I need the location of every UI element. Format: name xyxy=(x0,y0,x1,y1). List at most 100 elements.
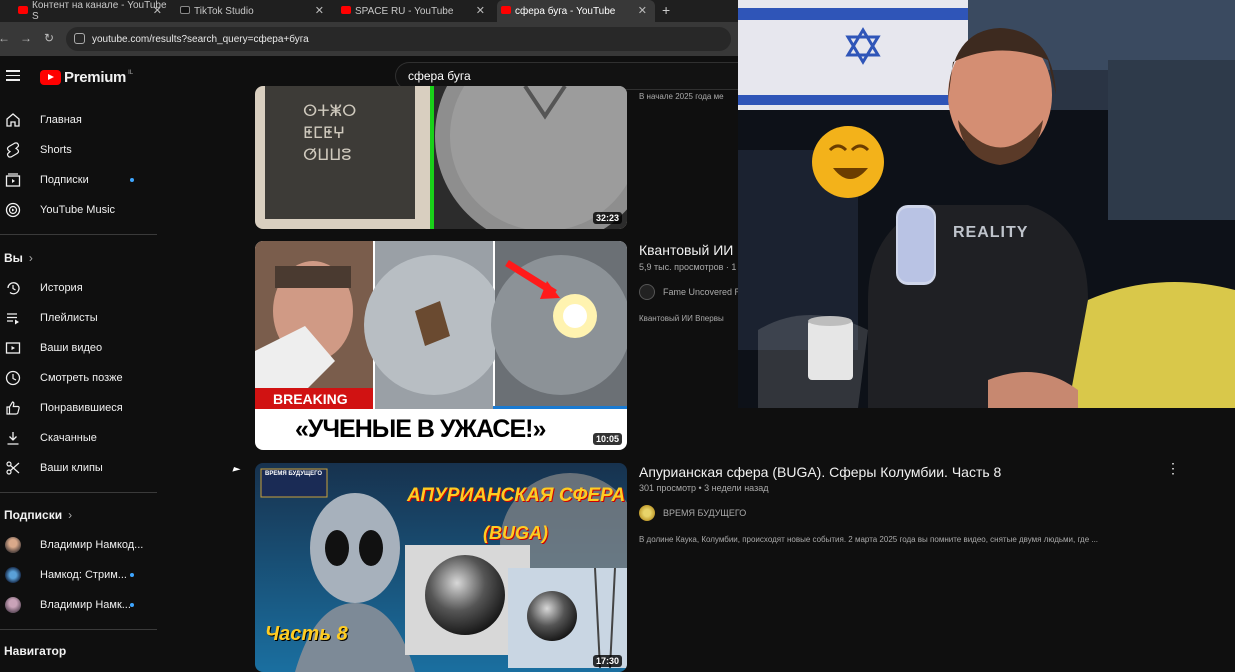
home-icon xyxy=(6,113,20,127)
youtube-icon xyxy=(18,6,28,14)
reload-icon[interactable]: ↻ xyxy=(44,31,54,45)
close-icon[interactable]: ✕ xyxy=(476,4,485,17)
sidebar-item-subscriptions[interactable]: Подписки xyxy=(0,166,160,194)
video-channel[interactable]: Fame Uncovered R xyxy=(639,284,741,300)
avatar xyxy=(5,537,21,553)
download-icon xyxy=(7,432,19,445)
subscriptions-icon xyxy=(5,173,21,187)
playlists-icon xyxy=(7,313,19,325)
sidebar-item-clips[interactable]: Ваши клипы xyxy=(0,454,160,482)
sidebar-section-subscriptions[interactable]: Подписки › xyxy=(4,508,72,522)
your-videos-icon xyxy=(5,342,21,354)
section-title: Подписки xyxy=(4,508,63,522)
logo-text: Premium xyxy=(64,69,127,86)
video-description: Квантовый ИИ Впервы xyxy=(639,314,724,323)
forward-arrow-icon[interactable]: → xyxy=(20,31,32,45)
channel-avatar xyxy=(639,284,655,300)
chevron-right-icon: › xyxy=(68,508,73,522)
tab-space-ru[interactable]: SPACE RU - YouTube ✕ xyxy=(337,0,493,22)
menu-icon[interactable] xyxy=(6,70,20,84)
sidebar-item-history[interactable]: История xyxy=(0,274,160,302)
history-icon xyxy=(7,282,20,295)
sidebar-item-label: Скачанные xyxy=(40,432,97,444)
sidebar-item-label: Подписки xyxy=(40,174,89,186)
svg-text:ⵚⵡⵡⵓ: ⵚⵡⵡⵓ xyxy=(303,145,351,164)
sidebar-item-label: Владимир Намкод... xyxy=(40,539,144,551)
watch-later-icon xyxy=(5,370,21,386)
thumbnail-image: ⵙⵜⵥⵔ ⵟⵎⵟⵖ ⵚⵡⵡⵓ xyxy=(255,86,627,229)
channel-name: ВРЕМЯ БУДУЩЕГО xyxy=(663,508,747,518)
section-title: Навигатор xyxy=(4,644,67,658)
new-content-dot xyxy=(130,178,134,182)
channel-avatar xyxy=(639,505,655,521)
thumbnail-heading: АПУРИАНСКАЯ СФЕРА xyxy=(407,485,626,506)
tab-label: сфера буга - YouTube xyxy=(515,5,616,17)
sidebar-item-label: Ваши видео xyxy=(40,342,103,354)
thumbs-up-icon xyxy=(6,401,20,415)
sidebar-divider xyxy=(0,629,157,630)
youtube-play-icon xyxy=(40,70,61,85)
sidebar-section-you[interactable]: Вы › xyxy=(4,251,33,265)
tab-label: Контент на канале - YouTube S xyxy=(32,0,167,22)
site-settings-icon[interactable] xyxy=(74,33,85,44)
video-thumbnail[interactable]: BREAKING «УЧЕНЫЕ В УЖАСЕ!» 10:05 xyxy=(255,241,627,450)
sidebar-item-label: Плейлисты xyxy=(40,312,98,324)
sidebar-item-shorts[interactable]: Shorts xyxy=(0,136,160,164)
video-thumbnail[interactable]: ВРЕМЯ БУДУЩЕГО АПУРИАНСКАЯ СФЕРА (BUGA) … xyxy=(255,463,627,672)
new-content-dot xyxy=(130,573,134,577)
close-icon[interactable]: ✕ xyxy=(315,4,324,17)
thumbnail-caption: «УЧЕНЫЕ В УЖАСЕ!» xyxy=(295,415,546,443)
sidebar-item-youtube-music[interactable]: YouTube Music xyxy=(0,196,160,224)
new-tab-icon[interactable]: + xyxy=(662,2,670,18)
sidebar-item-playlists[interactable]: Плейлисты xyxy=(0,304,160,332)
more-actions-icon[interactable]: ⋮ xyxy=(1166,460,1180,477)
tab-tiktok-studio[interactable]: TikTok Studio ✕ xyxy=(176,0,332,22)
webcam-overlay: REALITY xyxy=(738,0,1235,408)
channel-name: Fame Uncovered R xyxy=(663,287,742,297)
sidebar-sub-channel[interactable]: Владимир Намк... xyxy=(0,591,160,619)
avatar xyxy=(5,597,21,613)
sidebar-item-watch-later[interactable]: Смотреть позже xyxy=(0,364,160,392)
sidebar-sub-channel[interactable]: Владимир Намкод... xyxy=(0,531,160,559)
sidebar-item-home[interactable]: Главная xyxy=(0,106,160,134)
sidebar-sub-channel[interactable]: Намкод: Стрим... xyxy=(0,561,160,589)
tab-sfera-buga[interactable]: сфера буга - YouTube ✕ xyxy=(497,0,655,22)
youtube-music-icon xyxy=(5,202,21,218)
sidebar-item-label: Смотреть позже xyxy=(40,372,123,384)
video-title[interactable]: Апурианская сфера (BUGA). Сферы Колумбии… xyxy=(639,464,1001,480)
url-field[interactable]: youtube.com/results?search_query=сфера+б… xyxy=(66,27,731,51)
sidebar-item-label: Владимир Намк... xyxy=(40,599,131,611)
video-title[interactable]: Квантовый ИИ I xyxy=(639,242,741,258)
close-icon[interactable]: ✕ xyxy=(638,4,647,17)
scissors-icon xyxy=(6,461,20,475)
back-arrow-icon[interactable]: ← xyxy=(0,31,10,45)
sidebar-item-downloads[interactable]: Скачанные xyxy=(0,424,160,452)
youtube-logo[interactable]: Premium IL xyxy=(40,69,133,86)
search-value: сфера буга xyxy=(408,69,471,83)
webcam-image xyxy=(738,0,1235,408)
sidebar-divider xyxy=(0,234,157,235)
sidebar-divider xyxy=(0,492,157,493)
logo-region: IL xyxy=(128,69,134,76)
close-icon[interactable]: ✕ xyxy=(153,4,162,17)
video-duration: 32:23 xyxy=(592,212,622,224)
svg-text:ⵙⵜⵥⵔ: ⵙⵜⵥⵔ xyxy=(303,101,356,120)
sidebar-item-label: Главная xyxy=(40,114,82,126)
video-description: В начале 2025 года ме xyxy=(639,92,724,101)
tab-label: TikTok Studio xyxy=(194,5,254,17)
url-text: youtube.com/results?search_query=сфера+б… xyxy=(92,33,309,45)
video-duration: 17:30 xyxy=(592,655,622,667)
svg-text:ⵟⵎⵟⵖ: ⵟⵎⵟⵖ xyxy=(303,123,345,142)
video-meta: 301 просмотр • 3 недели назад xyxy=(639,483,769,493)
video-channel[interactable]: ВРЕМЯ БУДУЩЕГО xyxy=(639,505,746,521)
youtube-icon xyxy=(341,6,351,14)
sidebar-item-liked[interactable]: Понравившиеся xyxy=(0,394,160,422)
video-meta: 5,9 тыс. просмотров · 1 xyxy=(639,262,737,272)
video-thumbnail[interactable]: ⵙⵜⵥⵔ ⵟⵎⵟⵖ ⵚⵡⵡⵓ 32:23 xyxy=(255,86,627,229)
tab-content-channel[interactable]: Контент на канале - YouTube S ✕ xyxy=(14,0,170,22)
tiktok-icon xyxy=(180,6,190,14)
sidebar-item-label: Намкод: Стрим... xyxy=(40,569,127,581)
sidebar-item-your-videos[interactable]: Ваши видео xyxy=(0,334,160,362)
shorts-icon xyxy=(6,142,20,158)
sidebar-item-label: Ваши клипы xyxy=(40,462,103,474)
